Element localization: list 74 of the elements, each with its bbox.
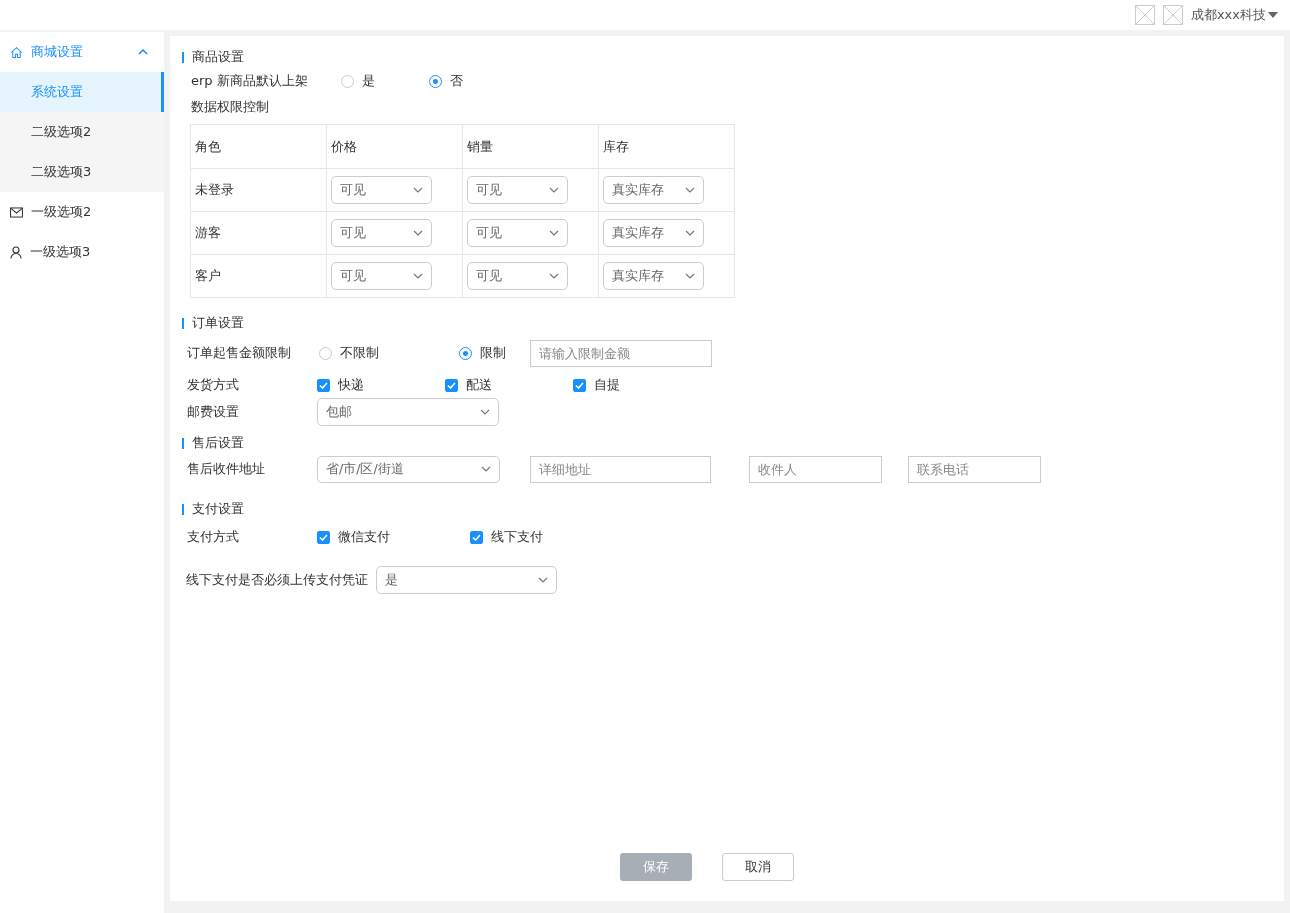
checkmark-icon bbox=[319, 533, 328, 541]
checkmark-icon bbox=[472, 533, 481, 541]
column-header: 销量 bbox=[462, 124, 599, 169]
chevron-down-icon bbox=[685, 187, 695, 193]
checkbox-option[interactable]: 快递 bbox=[317, 376, 445, 394]
select-field[interactable]: 是 bbox=[376, 566, 557, 594]
home-icon bbox=[10, 45, 23, 59]
select-field[interactable]: 可见 bbox=[331, 262, 432, 290]
checkmark-icon bbox=[447, 381, 456, 389]
field-label: 线下支付是否必须上传支付凭证 bbox=[186, 571, 369, 589]
chevron-down-icon bbox=[549, 273, 559, 279]
radio-option[interactable]: 否 bbox=[429, 72, 517, 90]
checkmark-icon bbox=[575, 381, 584, 389]
image-placeholder-icon bbox=[1162, 5, 1183, 25]
field-label: erp 新商品默认上架 bbox=[191, 72, 309, 90]
chevron-down-icon bbox=[413, 273, 423, 279]
field-label: 邮费设置 bbox=[187, 403, 240, 421]
user-icon bbox=[10, 245, 22, 259]
select-field[interactable]: 可见 bbox=[331, 219, 432, 247]
table-cell: 游客 bbox=[190, 211, 327, 255]
select-field[interactable]: 真实库存 bbox=[603, 219, 704, 247]
radio-option[interactable]: 是 bbox=[341, 72, 429, 90]
column-header: 角色 bbox=[190, 124, 327, 169]
select-field[interactable]: 可见 bbox=[467, 176, 568, 204]
image-placeholder-icon bbox=[1134, 5, 1155, 25]
table-cell: 未登录 bbox=[190, 168, 327, 212]
column-header: 库存 bbox=[598, 124, 735, 169]
section-title: 商品设置 bbox=[182, 46, 1272, 68]
chevron-up-icon bbox=[138, 49, 148, 55]
select-field[interactable]: 可见 bbox=[331, 176, 432, 204]
column-header: 价格 bbox=[326, 124, 463, 169]
select-field[interactable]: 可见 bbox=[467, 219, 568, 247]
table-cell: 客户 bbox=[190, 254, 327, 298]
chevron-down-icon bbox=[549, 187, 559, 193]
chevron-down-icon bbox=[685, 230, 695, 236]
company-menu[interactable]: 成都xxx科技 bbox=[1190, 6, 1278, 24]
field-label: 订单起售金额限制 bbox=[187, 344, 292, 362]
select-field[interactable]: 真实库存 bbox=[603, 262, 704, 290]
checkbox-option[interactable]: 微信支付 bbox=[317, 528, 470, 546]
chevron-down-icon bbox=[685, 273, 695, 279]
section-title: 订单设置 bbox=[182, 312, 1272, 334]
chevron-down-icon bbox=[480, 409, 490, 415]
text-input[interactable]: 收件人 bbox=[749, 455, 882, 483]
cancel-button[interactable]: 取消 bbox=[722, 853, 794, 881]
radio-option[interactable]: 不限制 bbox=[319, 344, 459, 362]
amount-input[interactable]: 请输入限制金额 bbox=[530, 339, 712, 367]
checkbox-option[interactable]: 自提 bbox=[573, 376, 701, 394]
sidebar-subitem[interactable]: 二级选项2 bbox=[0, 112, 164, 152]
section-title: 售后设置 bbox=[182, 432, 1272, 454]
caret-down-icon bbox=[1268, 12, 1278, 18]
field-label: 数据权限控制 bbox=[191, 98, 270, 116]
radio-option[interactable]: 限制 bbox=[459, 344, 530, 362]
section-title: 支付设置 bbox=[182, 498, 1272, 520]
chevron-down-icon bbox=[413, 230, 423, 236]
checkbox-option[interactable]: 线下支付 bbox=[470, 528, 623, 546]
text-input[interactable]: 联系电话 bbox=[908, 455, 1041, 483]
chevron-down-icon bbox=[538, 577, 548, 583]
sidebar-item[interactable]: 一级选项2 bbox=[0, 192, 164, 232]
mail-icon bbox=[10, 206, 23, 218]
field-label: 发货方式 bbox=[187, 376, 240, 394]
field-label: 支付方式 bbox=[187, 528, 240, 546]
sidebar-subitem[interactable]: 二级选项3 bbox=[0, 152, 164, 192]
select-field[interactable]: 可见 bbox=[467, 262, 568, 290]
chevron-down-icon bbox=[549, 230, 559, 236]
checkmark-icon bbox=[319, 381, 328, 389]
chevron-down-icon bbox=[413, 187, 423, 193]
text-input[interactable]: 详细地址 bbox=[530, 455, 711, 483]
checkbox-option[interactable]: 配送 bbox=[445, 376, 573, 394]
select-field[interactable]: 省/市/区/街道 bbox=[317, 455, 500, 483]
select-field[interactable]: 真实库存 bbox=[603, 176, 704, 204]
field-label: 售后收件地址 bbox=[187, 460, 266, 478]
chevron-down-icon bbox=[481, 466, 491, 472]
select-field[interactable]: 包邮 bbox=[317, 398, 499, 426]
sidebar-item[interactable]: 一级选项3 bbox=[0, 232, 164, 272]
